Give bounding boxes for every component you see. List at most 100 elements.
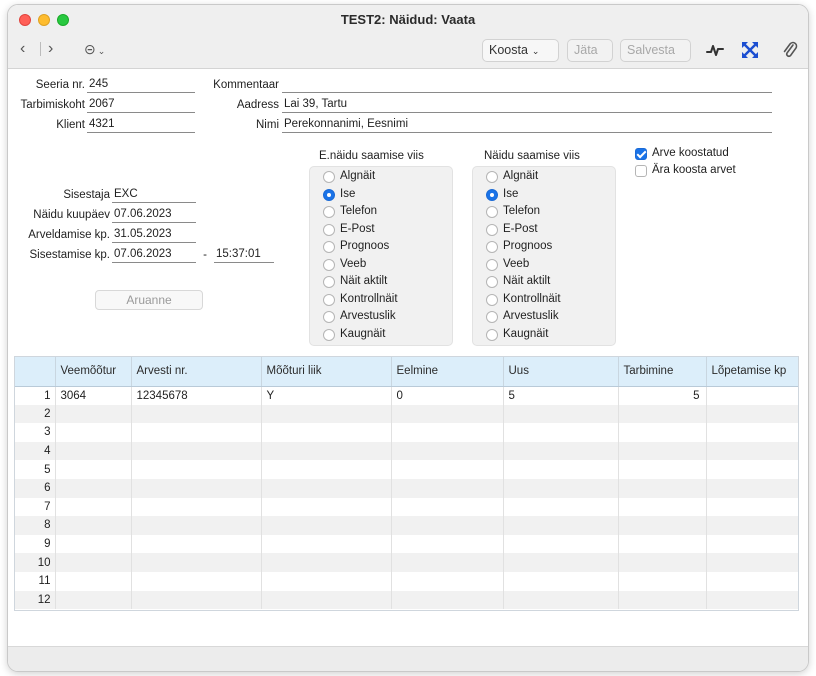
table-cell[interactable] bbox=[391, 497, 504, 517]
table-cell[interactable] bbox=[618, 590, 707, 610]
sisestamise-field[interactable]: 07.06.2023 bbox=[112, 248, 196, 263]
table-cell[interactable] bbox=[706, 460, 798, 479]
table-cell[interactable] bbox=[706, 423, 798, 442]
table-cell[interactable] bbox=[261, 553, 392, 572]
table-row[interactable]: 9 bbox=[15, 534, 798, 554]
table-row[interactable]: 4 bbox=[15, 441, 798, 461]
koosta-button[interactable]: Koosta ⌄ bbox=[482, 39, 559, 62]
table-cell[interactable] bbox=[55, 460, 132, 479]
table-cell[interactable] bbox=[503, 553, 619, 572]
radio-button[interactable] bbox=[323, 293, 335, 306]
table-cell[interactable] bbox=[503, 460, 619, 479]
klient-field[interactable]: 4321 bbox=[87, 118, 195, 133]
activity-wave-icon[interactable] bbox=[704, 39, 726, 61]
back-arrow-icon[interactable]: ‹ bbox=[20, 40, 25, 58]
table-cell[interactable] bbox=[55, 423, 132, 442]
table-cell[interactable] bbox=[261, 423, 392, 442]
table-cell[interactable] bbox=[391, 553, 504, 572]
expand-arrows-icon[interactable] bbox=[739, 39, 761, 61]
table-cell[interactable] bbox=[261, 590, 392, 610]
table-cell[interactable]: 0 bbox=[391, 386, 504, 405]
table-cell[interactable] bbox=[618, 423, 707, 442]
jata-button[interactable]: Jäta bbox=[567, 39, 613, 62]
table-row[interactable]: 7 bbox=[15, 497, 798, 517]
table-cell[interactable] bbox=[261, 441, 392, 461]
radio-button[interactable] bbox=[323, 171, 335, 183]
nimi-field[interactable]: Perekonnanimi, Eesnimi bbox=[282, 118, 772, 133]
sisestaja-field[interactable]: EXC bbox=[112, 188, 196, 203]
radio-button[interactable] bbox=[323, 258, 335, 271]
table-cell[interactable] bbox=[261, 460, 392, 479]
table-cell[interactable] bbox=[131, 571, 262, 591]
column-header[interactable]: Eelmine bbox=[391, 357, 504, 387]
table-cell[interactable] bbox=[618, 460, 707, 479]
table-cell[interactable] bbox=[391, 423, 504, 442]
column-header[interactable]: Tarbimine bbox=[618, 357, 707, 387]
radio-button[interactable] bbox=[486, 293, 498, 306]
radio-button[interactable] bbox=[323, 328, 335, 341]
aruanne-button[interactable]: Aruanne bbox=[95, 290, 203, 310]
table-cell[interactable] bbox=[503, 497, 619, 517]
table-cell[interactable] bbox=[55, 478, 132, 498]
table-cell[interactable] bbox=[391, 571, 504, 591]
radio-button[interactable] bbox=[486, 276, 498, 288]
table-cell[interactable]: Y bbox=[261, 386, 392, 405]
table-cell[interactable] bbox=[391, 460, 504, 479]
tarbimiskoht-field[interactable]: 2067 bbox=[87, 98, 195, 113]
table-cell[interactable] bbox=[503, 534, 619, 554]
paperclip-icon[interactable] bbox=[779, 39, 801, 61]
table-cell[interactable] bbox=[131, 553, 262, 572]
table-cell[interactable] bbox=[131, 534, 262, 554]
table-row[interactable]: 8 bbox=[15, 516, 798, 535]
column-header[interactable]: Uus bbox=[503, 357, 619, 387]
table-cell[interactable] bbox=[618, 441, 707, 461]
table-cell[interactable] bbox=[55, 497, 132, 517]
table-row[interactable]: 6 bbox=[15, 478, 798, 498]
table-cell[interactable] bbox=[618, 571, 707, 591]
table-cell[interactable] bbox=[706, 404, 798, 424]
table-cell[interactable] bbox=[618, 516, 707, 535]
table-cell[interactable] bbox=[618, 497, 707, 517]
table-cell[interactable] bbox=[261, 516, 392, 535]
table-row[interactable]: 12 bbox=[15, 590, 798, 610]
table-cell[interactable] bbox=[391, 590, 504, 610]
radio-button[interactable] bbox=[323, 223, 335, 236]
table-cell[interactable] bbox=[55, 590, 132, 610]
salvesta-button[interactable]: Salvesta bbox=[620, 39, 691, 62]
table-cell[interactable] bbox=[55, 571, 132, 591]
radio-button[interactable] bbox=[323, 206, 335, 218]
table-row[interactable]: 10 bbox=[15, 553, 798, 572]
table-cell[interactable] bbox=[261, 404, 392, 424]
table-cell[interactable] bbox=[131, 516, 262, 535]
table-cell[interactable] bbox=[503, 404, 619, 424]
table-cell[interactable] bbox=[503, 590, 619, 610]
table-cell[interactable] bbox=[131, 423, 262, 442]
radio-button[interactable] bbox=[486, 188, 498, 201]
table-cell[interactable] bbox=[706, 534, 798, 554]
table-cell[interactable] bbox=[261, 534, 392, 554]
table-cell[interactable] bbox=[618, 553, 707, 572]
table-cell[interactable] bbox=[503, 478, 619, 498]
table-cell[interactable] bbox=[55, 404, 132, 424]
column-header[interactable]: Lõpetamise kp bbox=[706, 357, 798, 387]
table-cell[interactable] bbox=[503, 423, 619, 442]
table-cell[interactable] bbox=[618, 404, 707, 424]
table-cell[interactable] bbox=[503, 516, 619, 535]
table-cell[interactable] bbox=[503, 571, 619, 591]
table-cell[interactable]: 3064 bbox=[55, 386, 132, 405]
table-cell[interactable] bbox=[131, 590, 262, 610]
naidu-kuupaev-field[interactable]: 07.06.2023 bbox=[112, 208, 196, 223]
table-cell[interactable] bbox=[706, 478, 798, 498]
table-cell[interactable] bbox=[706, 590, 798, 610]
table-cell[interactable] bbox=[55, 516, 132, 535]
ara-koosta-checkbox[interactable] bbox=[635, 165, 647, 177]
arveldamise-field[interactable]: 31.05.2023 bbox=[112, 228, 196, 243]
radio-button[interactable] bbox=[486, 171, 498, 183]
table-cell[interactable] bbox=[261, 571, 392, 591]
kommentaar-field[interactable] bbox=[282, 78, 772, 93]
more-options-button[interactable]: ⊝ ⌄ bbox=[84, 41, 105, 58]
radio-button[interactable] bbox=[486, 328, 498, 341]
readings-table[interactable]: Veemõõtur Arvesti nr. Mõõturi liik Eelmine U… bbox=[14, 356, 799, 611]
table-cell[interactable] bbox=[391, 534, 504, 554]
aadress-field[interactable]: Lai 39, Tartu bbox=[282, 98, 772, 113]
